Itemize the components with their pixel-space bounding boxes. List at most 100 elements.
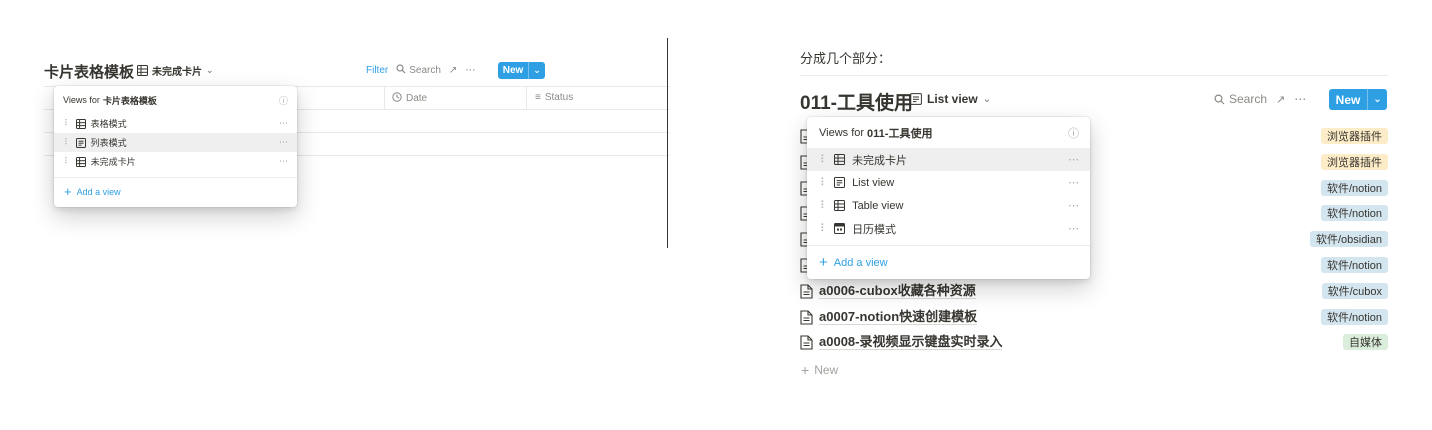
header-divider [800, 75, 1388, 76]
more-icon[interactable]: ⋯ [465, 65, 475, 76]
view-item[interactable]: ⠇ 未完成卡片 ⋯ [54, 152, 297, 171]
drag-handle-icon[interactable]: ⠇ [64, 137, 71, 148]
clock-icon [392, 92, 402, 105]
list-lines-icon: ≡ [535, 92, 541, 103]
add-view-button[interactable]: + Add a view [807, 253, 1090, 273]
column-divider [526, 86, 527, 109]
drag-handle-icon[interactable]: ⠇ [820, 199, 828, 212]
help-icon[interactable]: ⓘ [1068, 125, 1079, 141]
view-item[interactable]: ⠇ 表格模式 ⋯ [54, 114, 297, 133]
tag-badge: 软件/notion [1320, 309, 1388, 325]
search-button[interactable]: Search [1214, 92, 1267, 106]
view-item-label: 列表模式 [90, 138, 127, 148]
list-item[interactable]: a0008-录视频显示键盘实时录入 [800, 330, 1003, 354]
views-menu-header-prefix: Views for [819, 127, 865, 139]
tag-badge: 软件/cubox [1321, 283, 1388, 299]
plus-icon: + [819, 254, 828, 271]
new-button[interactable]: New ⌄ [498, 62, 545, 79]
search-icon [1214, 93, 1225, 105]
drag-handle-icon[interactable]: ⠇ [64, 118, 71, 129]
tag-badge: 软件/obsidian [1309, 231, 1388, 247]
view-item[interactable]: ⠇ Table view ⋯ [807, 194, 1090, 217]
view-switcher[interactable]: List view ⌄ [910, 92, 991, 106]
add-view-label: Add a view [76, 187, 121, 197]
new-row-label: New [814, 363, 839, 377]
page-icon [800, 334, 813, 350]
page-icon [800, 309, 813, 325]
views-menu-header-prefix: Views for [63, 95, 100, 105]
plus-icon: + [801, 362, 810, 378]
new-label: New [1335, 92, 1361, 107]
more-icon[interactable]: ⋯ [1068, 176, 1079, 189]
table-icon [75, 156, 86, 167]
views-menu: Views for 卡片表格模板 ⓘ ⠇ 表格模式 ⋯ ⠇ 列表模式 ⋯ ⠇ 未… [54, 86, 297, 207]
more-icon[interactable]: ⋯ [1068, 199, 1079, 212]
column-header-label: Date [406, 93, 428, 104]
tag-badge: 软件/notion [1320, 180, 1388, 196]
calendar-icon [834, 223, 846, 234]
view-item-label: 日历模式 [852, 223, 897, 236]
more-icon[interactable]: ⋯ [1068, 153, 1079, 166]
list-icon [75, 137, 86, 148]
views-menu-header: Views for 卡片表格模板 ⓘ [54, 92, 297, 108]
column-header-date[interactable]: Date [392, 92, 427, 105]
view-item-label: List view [852, 176, 895, 189]
more-icon[interactable]: ⋯ [1294, 92, 1306, 106]
list-item[interactable]: a0007-notion快速创建模板 [800, 305, 978, 329]
table-icon [834, 154, 846, 165]
database-title: 卡片表格模板 [44, 64, 135, 81]
new-label: New [502, 65, 524, 76]
view-item[interactable]: ⠇ 日历模式 ⋯ [807, 217, 1090, 240]
search-label: Search [409, 65, 441, 76]
drag-handle-icon[interactable]: ⠇ [820, 222, 828, 235]
chevron-down-icon: ⌄ [982, 93, 992, 105]
expand-icon[interactable]: ↗ [1276, 93, 1285, 106]
drag-handle-icon[interactable]: ⠇ [820, 153, 828, 166]
more-icon[interactable]: ⋯ [279, 118, 288, 129]
help-icon[interactable]: ⓘ [279, 94, 288, 107]
views-menu: Views for 011-工具使用 ⓘ ⠇ 未完成卡片 ⋯ ⠇ List view ⋯ ⠇… [807, 117, 1090, 279]
toolbar: Filter Search ↗ ⋯ [366, 64, 475, 77]
page-icon [800, 283, 813, 299]
tag-badge: 浏览器插件 [1321, 128, 1388, 144]
view-item-label: 表格模式 [90, 119, 127, 129]
drag-handle-icon[interactable]: ⠇ [64, 156, 71, 167]
views-menu-header-name: 011-工具使用 [867, 128, 933, 140]
tag-badge: 软件/notion [1320, 257, 1388, 273]
new-row-button[interactable]: + New [801, 362, 838, 378]
more-icon[interactable]: ⋯ [279, 156, 288, 167]
more-icon[interactable]: ⋯ [1068, 222, 1079, 235]
filter-button[interactable]: Filter [366, 65, 388, 76]
list-item-title: a0007-notion快速创建模板 [819, 309, 978, 325]
tag-badge: 浏览器插件 [1321, 154, 1388, 170]
view-item-label: 未完成卡片 [90, 157, 136, 167]
list-item[interactable]: a0006-cubox收藏各种资源 [800, 279, 976, 303]
expand-icon[interactable]: ↗ [449, 65, 457, 76]
table-icon [834, 200, 846, 211]
table-icon [137, 65, 148, 76]
list-icon [834, 177, 846, 188]
panel-divider [667, 38, 668, 248]
chevron-down-icon[interactable]: ⌄ [528, 62, 545, 79]
view-item[interactable]: ⠇ 未完成卡片 ⋯ [807, 148, 1090, 171]
database-title: 011-工具使用 [800, 93, 913, 114]
more-icon[interactable]: ⋯ [279, 137, 288, 148]
views-menu-header-name: 卡片表格模板 [102, 95, 157, 106]
menu-divider [54, 177, 297, 178]
view-item-label: Table view [852, 199, 904, 212]
add-view-button[interactable]: + Add a view [54, 183, 297, 201]
plus-icon: + [64, 184, 72, 199]
column-header-status[interactable]: ≡ Status [535, 92, 573, 103]
toolbar: Search ↗ ⋯ [1214, 92, 1306, 106]
search-button[interactable]: Search [396, 64, 441, 77]
view-item[interactable]: ⠇ 列表模式 ⋯ [54, 133, 297, 152]
chevron-down-icon[interactable]: ⌄ [1367, 89, 1387, 110]
new-button[interactable]: New ⌄ [1329, 89, 1387, 110]
list-icon [910, 93, 922, 105]
drag-handle-icon[interactable]: ⠇ [820, 176, 828, 189]
view-item[interactable]: ⠇ List view ⋯ [807, 171, 1090, 194]
view-switcher[interactable]: 未完成卡片 ⌄ [137, 63, 214, 78]
menu-divider [807, 245, 1090, 246]
search-label: Search [1229, 92, 1268, 106]
search-icon [396, 64, 406, 77]
